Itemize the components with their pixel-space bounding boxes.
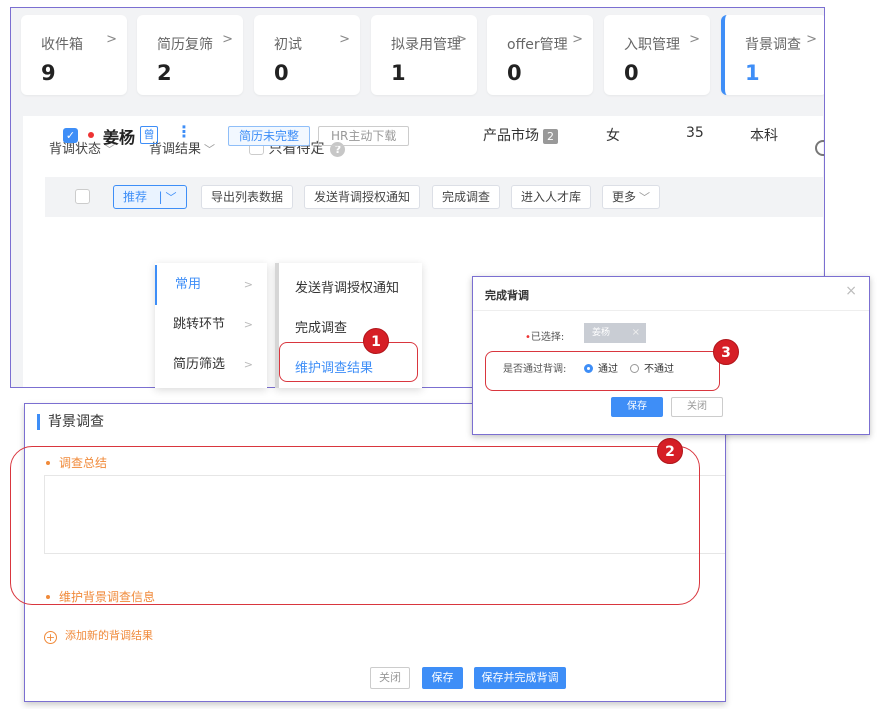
add-result-link[interactable]: + 添加新的背调结果 [44, 627, 153, 644]
tab-count: 0 [274, 61, 289, 85]
chevron-right-icon: > [456, 32, 467, 47]
menu-group-common[interactable]: 常用 > [155, 265, 267, 305]
tab-label: 初试 [274, 37, 302, 53]
more-dropdown[interactable]: 更多 ﹀ [602, 185, 661, 209]
tab-label: 收件箱 [41, 37, 83, 53]
chevron-down-icon: ﹀ [639, 191, 651, 204]
tab-label: 简历复筛 [157, 37, 213, 53]
gender-cell: 女 [606, 128, 620, 144]
tab-label: 入职管理 [624, 37, 680, 53]
unread-dot-icon [88, 132, 94, 138]
annotation-badge-2: 2 [657, 438, 683, 464]
recommend-label: 推荐 [123, 190, 148, 204]
close-icon[interactable]: × [845, 283, 857, 299]
tab-label: 拟录用管理 [391, 37, 461, 53]
add-link-text: 添加新的背调结果 [65, 629, 153, 642]
position-cell: 产品市场 2 [483, 125, 558, 145]
talent-pool-button[interactable]: 进入人才库 [511, 185, 592, 209]
chevron-right-icon: > [222, 32, 233, 47]
chevron-down-icon: ﹀ [165, 191, 177, 204]
tab-onboarding[interactable]: 入职管理 > 0 [604, 15, 710, 95]
selected-label-text: 已选择: [530, 332, 565, 343]
close-button[interactable]: 关闭 [370, 667, 410, 689]
annotation-highlight-2 [10, 446, 700, 605]
dialog-header: 完成背调 × [473, 277, 869, 311]
previous-badge: 曾 [140, 126, 158, 144]
recommend-dropdown[interactable]: 推荐 | ﹀ [113, 185, 187, 209]
menu-label: 简历筛选 [173, 357, 226, 372]
tab-count: 9 [41, 61, 56, 85]
dialog-title: 完成背调 [485, 289, 529, 302]
education-cell: 本科 [750, 128, 778, 144]
tab-count: 0 [624, 61, 639, 85]
panel-title: 背景调查 [37, 414, 104, 430]
selected-label: •已选择: [525, 332, 565, 343]
save-and-complete-button[interactable]: 保存并完成背调 [474, 667, 566, 689]
plus-circle-icon: + [44, 631, 57, 644]
stage-tabs: 收件箱 > 9 简历复筛 > 2 初试 > 0 拟录用管理 > 1 offer管… [21, 15, 824, 103]
menu-send-auth[interactable]: 发送背调授权通知 [295, 277, 399, 296]
selected-candidate-chip[interactable]: 姜杨 × [584, 323, 646, 343]
tab-first-interview[interactable]: 初试 > 0 [254, 15, 360, 95]
annotation-highlight-1 [279, 342, 418, 382]
chevron-right-icon: > [243, 278, 253, 291]
chevron-right-icon: > [243, 358, 253, 371]
tab-count: 1 [391, 61, 406, 85]
remove-icon[interactable]: × [632, 323, 640, 343]
chip-text: 姜杨 [592, 328, 611, 338]
export-button[interactable]: 导出列表数据 [201, 185, 294, 209]
more-actions-icon[interactable]: ⋮ [176, 122, 192, 141]
tab-offer[interactable]: offer管理 > 0 [487, 15, 593, 95]
more-label: 更多 [612, 190, 637, 204]
age-cell: 35 [686, 125, 704, 141]
context-menu-groups: 常用 > 跳转环节 > 简历筛选 > [155, 263, 267, 388]
tab-count: 0 [507, 61, 522, 85]
tab-count: 2 [157, 61, 172, 85]
tab-inbox[interactable]: 收件箱 > 9 [21, 15, 127, 95]
chevron-right-icon: > [806, 32, 817, 47]
candidate-row[interactable]: ✓ 姜杨 曾 ⋮ 简历未完整 HR主动下载 产品市场 2 女 35 本科 [33, 120, 824, 150]
select-all-checkbox[interactable] [75, 189, 90, 204]
screenshot-stage: 收件箱 > 9 简历复筛 > 2 初试 > 0 拟录用管理 > 1 offer管… [0, 0, 889, 709]
chevron-right-icon: > [689, 32, 700, 47]
annotation-badge-3: 3 [713, 339, 739, 365]
tab-label: offer管理 [507, 37, 568, 53]
menu-group-resume-filter[interactable]: 简历筛选 > [155, 345, 267, 385]
tab-background-check[interactable]: 背景调查 > 1 [721, 15, 824, 95]
chevron-right-icon: > [339, 32, 350, 47]
annotation-badge-1: 1 [363, 328, 389, 354]
list-toolbar: 推荐 | ﹀ 导出列表数据 发送背调授权通知 完成调查 进入人才库 更多 ﹀ [45, 177, 824, 217]
chevron-right-icon: > [243, 318, 253, 331]
position-name: 产品市场 [483, 128, 539, 144]
tab-count: 1 [745, 61, 760, 85]
menu-complete-check[interactable]: 完成调查 [295, 317, 347, 336]
send-auth-button[interactable]: 发送背调授权通知 [304, 185, 421, 209]
chevron-right-icon: > [106, 32, 117, 47]
hr-download-tag: HR主动下载 [318, 126, 410, 146]
tab-pending-hire[interactable]: 拟录用管理 > 1 [371, 15, 477, 95]
save-button[interactable]: 保存 [422, 667, 463, 689]
chevron-right-icon: > [572, 32, 583, 47]
candidate-name[interactable]: 姜杨 [103, 124, 135, 148]
dialog-save-button[interactable]: 保存 [611, 397, 663, 417]
complete-check-button[interactable]: 完成调查 [432, 185, 501, 209]
menu-group-jump-stage[interactable]: 跳转环节 > [155, 305, 267, 345]
tab-resume-rescreen[interactable]: 简历复筛 > 2 [137, 15, 243, 95]
annotation-highlight-3 [485, 351, 720, 391]
resume-incomplete-tag: 简历未完整 [228, 126, 311, 146]
menu-label: 常用 [175, 277, 202, 292]
row-checkbox-checked[interactable]: ✓ [63, 128, 78, 143]
position-count: 2 [543, 129, 558, 144]
dialog-close-button[interactable]: 关闭 [671, 397, 723, 417]
menu-label: 跳转环节 [173, 317, 226, 332]
